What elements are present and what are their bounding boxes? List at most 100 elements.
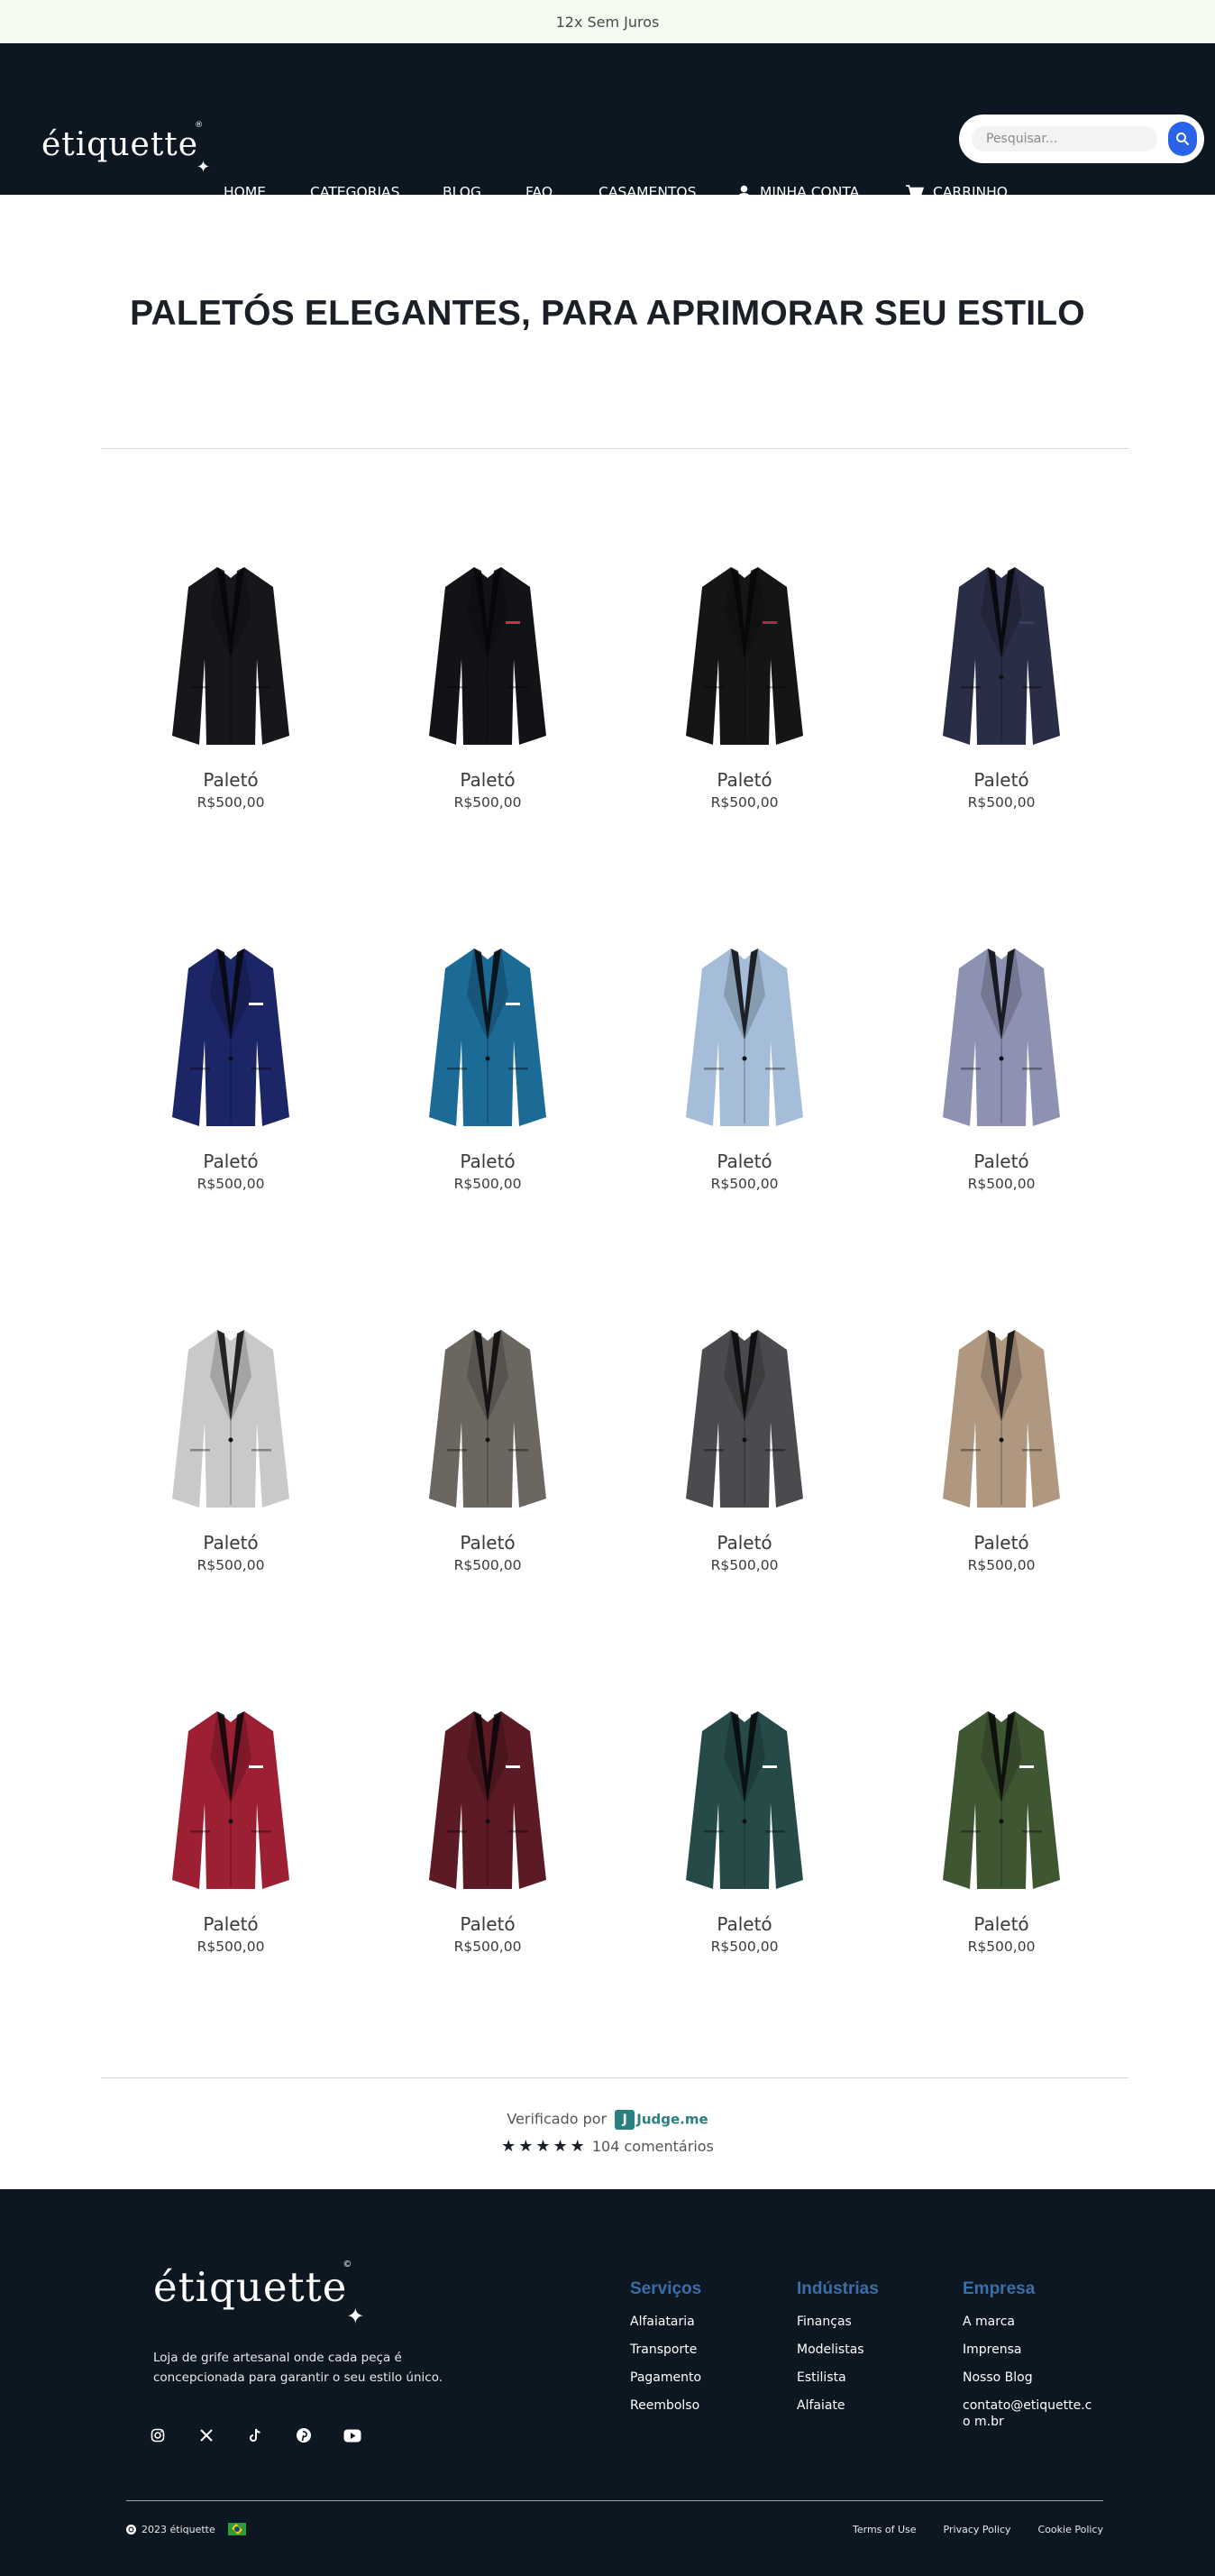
blazer-image[interactable] (668, 1314, 821, 1521)
blazer-image[interactable] (411, 1314, 564, 1521)
copyright: 2023 étiquette (126, 2524, 215, 2535)
footer-link[interactable]: A marca (963, 2314, 1098, 2330)
product-card[interactable]: Paletó R$500,00 (397, 1695, 578, 1955)
reviews-count: 104 comentários (591, 2138, 714, 2155)
product-price: R$500,00 (453, 1557, 522, 1573)
logo-text: étiquette (41, 126, 199, 163)
blazer-image[interactable] (411, 551, 564, 758)
product-price: R$500,00 (967, 1557, 1036, 1573)
product-name[interactable]: Paletó (141, 1150, 321, 1172)
search-button[interactable] (1168, 122, 1197, 156)
product-card[interactable]: Paletó R$500,00 (141, 932, 321, 1192)
product-name[interactable]: Paletó (654, 1532, 835, 1554)
blazer-image[interactable] (154, 1314, 307, 1521)
product-card[interactable]: Paletó R$500,00 (911, 932, 1092, 1192)
product-card[interactable]: Paletó R$500,00 (141, 1695, 321, 1955)
product-price: R$500,00 (710, 1939, 779, 1955)
product-card[interactable]: Paletó R$500,00 (397, 551, 578, 811)
footer-link[interactable]: Imprensa (963, 2342, 1098, 2358)
footer-logo[interactable]: étiquette © ✦ (153, 2260, 364, 2327)
product-price: R$500,00 (196, 1176, 265, 1192)
product-card[interactable]: Paletó R$500,00 (654, 932, 835, 1192)
social-links (148, 2425, 362, 2445)
product-card[interactable]: Paletó R$500,00 (654, 1314, 835, 1573)
footer-logo-sparkle-icon: ✦ (346, 2304, 366, 2329)
footer-bottom-bar: 2023 étiquette Terms of Use Privacy Poli… (126, 2523, 1103, 2535)
footer-link[interactable]: Alfaiataria (630, 2314, 701, 2330)
footer-col-title: Serviços (630, 2279, 702, 2298)
judgeme-link[interactable]: Judge.me (636, 2112, 708, 2128)
product-name[interactable]: Paletó (911, 1532, 1092, 1554)
x-icon[interactable] (196, 2425, 216, 2445)
product-name[interactable]: Paletó (397, 1913, 578, 1935)
blazer-image[interactable] (925, 551, 1078, 758)
product-name[interactable]: Paletó (911, 1150, 1092, 1172)
blazer-image[interactable] (154, 551, 307, 758)
product-card[interactable]: Paletó R$500,00 (911, 1314, 1092, 1573)
blazer-image[interactable] (668, 932, 821, 1140)
product-name[interactable]: Paletó (911, 1913, 1092, 1935)
product-card[interactable]: Paletó R$500,00 (911, 551, 1092, 811)
product-price: R$500,00 (196, 1939, 265, 1955)
star-rating-icon: ★★★★★ (501, 2137, 588, 2156)
footer-link[interactable]: Estilista (797, 2370, 879, 2386)
product-price: R$500,00 (196, 1557, 265, 1573)
footer-logo-text: étiquette (153, 2263, 348, 2311)
product-name[interactable]: Paletó (141, 1913, 321, 1935)
product-card[interactable]: Paletó R$500,00 (397, 1314, 578, 1573)
product-name[interactable]: Paletó (397, 1150, 578, 1172)
footer-email-link[interactable]: contato@etiquette.co m.br (963, 2397, 1098, 2430)
product-name[interactable]: Paletó (397, 1532, 578, 1554)
product-card[interactable]: Paletó R$500,00 (141, 551, 321, 811)
footer-link[interactable]: Transporte (630, 2342, 701, 2358)
judgeme-logo-icon: J (615, 2110, 635, 2130)
product-name[interactable]: Paletó (654, 1150, 835, 1172)
blazer-image[interactable] (411, 1695, 564, 1902)
search-bar (959, 115, 1204, 163)
blazer-image[interactable] (154, 1695, 307, 1902)
footer-link[interactable]: Modelistas (797, 2342, 879, 2358)
product-price: R$500,00 (453, 1939, 522, 1955)
product-card[interactable]: Paletó R$500,00 (141, 1314, 321, 1573)
footer-link[interactable]: Reembolso (630, 2397, 701, 2414)
blazer-image[interactable] (925, 932, 1078, 1140)
product-card[interactable]: Paletó R$500,00 (654, 551, 835, 811)
product-price: R$500,00 (967, 1176, 1036, 1192)
footer-link[interactable]: Alfaiate (797, 2397, 879, 2414)
product-price: R$500,00 (967, 1939, 1036, 1955)
product-name[interactable]: Paletó (141, 1532, 321, 1554)
logo-sparkle-icon: ✦ (196, 158, 212, 177)
product-card[interactable]: Paletó R$500,00 (397, 932, 578, 1192)
search-icon (1176, 133, 1190, 146)
announcement-bar: 12x Sem Juros (0, 0, 1215, 43)
tiktok-icon[interactable] (245, 2425, 265, 2445)
blazer-image[interactable] (668, 551, 821, 758)
product-card[interactable]: Paletó R$500,00 (911, 1695, 1092, 1955)
blazer-image[interactable] (411, 932, 564, 1140)
footer-link[interactable]: Pagamento (630, 2370, 701, 2386)
blazer-image[interactable] (154, 932, 307, 1140)
privacy-link[interactable]: Privacy Policy (944, 2524, 1011, 2535)
site-logo[interactable]: étiquette ® ✦ (41, 121, 210, 176)
product-name[interactable]: Paletó (911, 769, 1092, 791)
product-name[interactable]: Paletó (397, 769, 578, 791)
youtube-icon[interactable] (343, 2425, 362, 2445)
product-name[interactable]: Paletó (141, 769, 321, 791)
terms-link[interactable]: Terms of Use (853, 2524, 917, 2535)
blazer-image[interactable] (668, 1695, 821, 1902)
product-name[interactable]: Paletó (654, 1913, 835, 1935)
product-name[interactable]: Paletó (654, 769, 835, 791)
footer-link[interactable]: Nosso Blog (963, 2370, 1098, 2386)
cookie-link[interactable]: Cookie Policy (1038, 2524, 1103, 2535)
footer-logo-registered-mark: © (343, 2260, 353, 2269)
instagram-icon[interactable] (148, 2425, 168, 2445)
product-card[interactable]: Paletó R$500,00 (654, 1695, 835, 1955)
brazil-flag-icon[interactable] (227, 2523, 246, 2535)
footer-divider (126, 2500, 1103, 2501)
blazer-image[interactable] (925, 1314, 1078, 1521)
reviews-summary[interactable]: ★★★★★ 104 comentários (0, 2137, 1215, 2156)
blazer-image[interactable] (925, 1695, 1078, 1902)
footer-link[interactable]: Finanças (797, 2314, 879, 2330)
pinterest-icon[interactable] (294, 2425, 314, 2445)
search-input[interactable] (972, 126, 1157, 151)
